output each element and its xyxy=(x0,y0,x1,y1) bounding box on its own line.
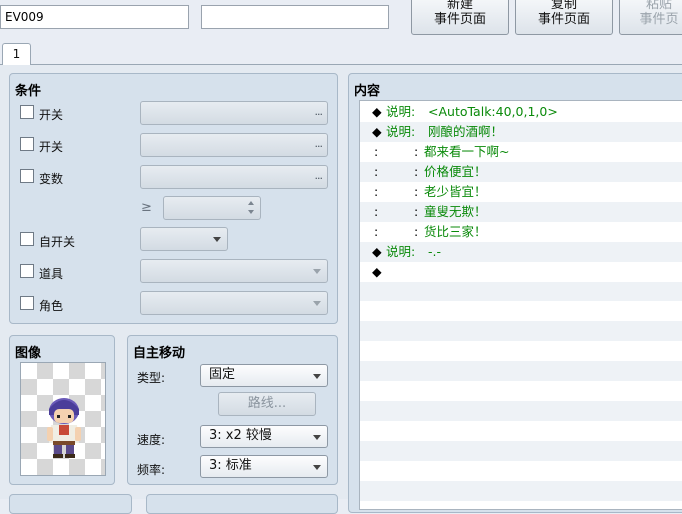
command-line[interactable]: ◆ 说明: 刚酿的酒啊！ xyxy=(360,122,682,142)
paste-event-page-button[interactable]: 粘贴 事件页 xyxy=(619,0,682,35)
image-title: 图像 xyxy=(15,346,42,361)
new-button-line2: 事件页面 xyxy=(433,12,486,27)
command-text: 童叟无欺！ xyxy=(424,204,487,219)
command-list[interactable]: ◆ 说明: <AutoTalk:40,0,1,0> ◆ 说明: 刚酿的酒啊！ :… xyxy=(359,100,682,510)
continuation-marker: : xyxy=(374,184,379,199)
copy-button-line1: 复制 xyxy=(550,0,577,12)
conditions-panel: 条件 开关 ... 开关 ... 变数 ... ≥ 自开关 道具 角色 xyxy=(9,73,338,324)
item-checkbox[interactable] xyxy=(20,264,34,278)
self-switch-label: 自开关 xyxy=(39,235,76,249)
type-select[interactable]: 固定 xyxy=(200,364,328,387)
autonomous-title: 自主移动 xyxy=(133,346,186,361)
paste-button-line2: 事件页 xyxy=(639,12,679,27)
item-label: 道具 xyxy=(39,267,64,281)
command-keyword: 说明: xyxy=(386,104,416,119)
actor-label: 角色 xyxy=(39,299,64,313)
switch2-checkbox[interactable] xyxy=(20,137,34,151)
copy-button-line2: 事件页面 xyxy=(537,12,590,27)
character-image-box[interactable] xyxy=(20,362,106,476)
variable-value-spinner[interactable] xyxy=(163,196,261,220)
switch1-selector[interactable]: ... xyxy=(140,101,328,125)
diamond-icon: ◆ xyxy=(372,124,382,139)
top-bar: 新建 事件页面 复制 事件页面 粘贴 事件页 xyxy=(0,0,682,42)
type-value: 固定 xyxy=(209,367,236,382)
ge-symbol: ≥ xyxy=(141,200,152,215)
command-text: -.- xyxy=(428,244,441,259)
continuation-marker: : xyxy=(374,224,379,239)
character-sprite-icon xyxy=(47,398,81,458)
command-line[interactable]: : : 老少皆宜！ xyxy=(360,182,682,202)
priority-panel-stub xyxy=(9,494,132,514)
command-text: 刚酿的酒啊！ xyxy=(428,124,504,139)
diamond-icon: ◆ xyxy=(372,264,382,279)
self-switch-checkbox[interactable] xyxy=(20,232,34,246)
actor-checkbox[interactable] xyxy=(20,296,34,310)
new-event-page-button[interactable]: 新建 事件页面 xyxy=(411,0,509,35)
command-text: 都来看一下啊~ xyxy=(424,144,510,159)
actor-select[interactable] xyxy=(140,291,328,315)
frequency-label: 频率: xyxy=(137,463,166,477)
command-text: 货比三家！ xyxy=(424,224,487,239)
switch1-checkbox[interactable] xyxy=(20,105,34,119)
route-button-label: 路线... xyxy=(247,396,287,411)
command-line[interactable]: : : 货比三家！ xyxy=(360,222,682,242)
contents-title: 内容 xyxy=(354,84,381,99)
trigger-panel-stub xyxy=(146,494,338,514)
command-line[interactable]: : : 童叟无欺！ xyxy=(360,202,682,222)
item-select[interactable] xyxy=(140,259,328,283)
paste-button-line1: 粘贴 xyxy=(645,0,672,12)
copy-event-page-button[interactable]: 复制 事件页面 xyxy=(515,0,613,35)
continuation-marker: : xyxy=(374,144,379,159)
continuation-marker: : xyxy=(374,204,379,219)
command-text: 老少皆宜！ xyxy=(424,184,487,199)
frequency-value: 3: 标准 xyxy=(209,458,252,473)
frequency-select[interactable]: 3: 标准 xyxy=(200,455,328,478)
speed-chevron-down-icon xyxy=(313,434,321,440)
switch1-dots-icon: ... xyxy=(314,105,323,118)
tab-page-1-label: 1 xyxy=(12,47,21,61)
variable-dots-icon: ... xyxy=(314,169,323,182)
item-chevron-down-icon xyxy=(313,269,321,274)
tab-page-1[interactable]: 1 xyxy=(2,43,31,65)
command-keyword: 说明: xyxy=(386,124,416,139)
route-button[interactable]: 路线... xyxy=(218,392,316,416)
variable-label: 变数 xyxy=(39,172,64,186)
type-chevron-down-icon xyxy=(313,373,321,379)
speed-label: 速度: xyxy=(137,433,166,447)
event-memo-input[interactable] xyxy=(201,5,389,29)
speed-select[interactable]: 3: x2 较慢 xyxy=(200,425,328,448)
switch2-selector[interactable]: ... xyxy=(140,133,328,157)
type-label: 类型: xyxy=(137,371,166,385)
command-line[interactable]: ◆ 说明: -.- xyxy=(360,242,682,262)
image-panel: 图像 xyxy=(9,335,115,485)
command-line[interactable]: : : 价格便宜！ xyxy=(360,162,682,182)
autonomous-movement-panel: 自主移动 类型: 固定 路线... 速度: 3: x2 较慢 频率: 3: 标准 xyxy=(127,335,338,485)
event-id-input[interactable] xyxy=(0,5,189,29)
frequency-chevron-down-icon xyxy=(313,464,321,470)
new-button-line1: 新建 xyxy=(446,0,473,12)
spinner-up-icon[interactable] xyxy=(248,201,254,205)
self-switch-chevron-down-icon xyxy=(213,237,221,242)
switch2-dots-icon: ... xyxy=(314,137,323,150)
spinner-down-icon[interactable] xyxy=(248,210,254,214)
conditions-title: 条件 xyxy=(15,84,42,99)
actor-chevron-down-icon xyxy=(313,301,321,306)
contents-panel: 内容 ◆ 说明: <AutoTalk:40,0,1,0> ◆ 说明: 刚酿的酒啊… xyxy=(348,73,682,513)
command-text: 价格便宜！ xyxy=(424,164,487,179)
variable-selector[interactable]: ... xyxy=(140,165,328,189)
diamond-icon: ◆ xyxy=(372,244,382,259)
switch1-label: 开关 xyxy=(39,108,64,122)
command-line-empty[interactable]: ◆ xyxy=(360,262,682,282)
switch2-label: 开关 xyxy=(39,140,64,154)
command-line[interactable]: ◆ 说明: <AutoTalk:40,0,1,0> xyxy=(360,102,682,122)
command-keyword: 说明: xyxy=(386,244,416,259)
variable-checkbox[interactable] xyxy=(20,169,34,183)
command-line[interactable]: : : 都来看一下啊~ xyxy=(360,142,682,162)
command-text: <AutoTalk:40,0,1,0> xyxy=(428,104,558,119)
speed-value: 3: x2 较慢 xyxy=(209,428,272,443)
diamond-icon: ◆ xyxy=(372,104,382,119)
self-switch-select[interactable] xyxy=(140,227,228,251)
continuation-marker: : xyxy=(374,164,379,179)
